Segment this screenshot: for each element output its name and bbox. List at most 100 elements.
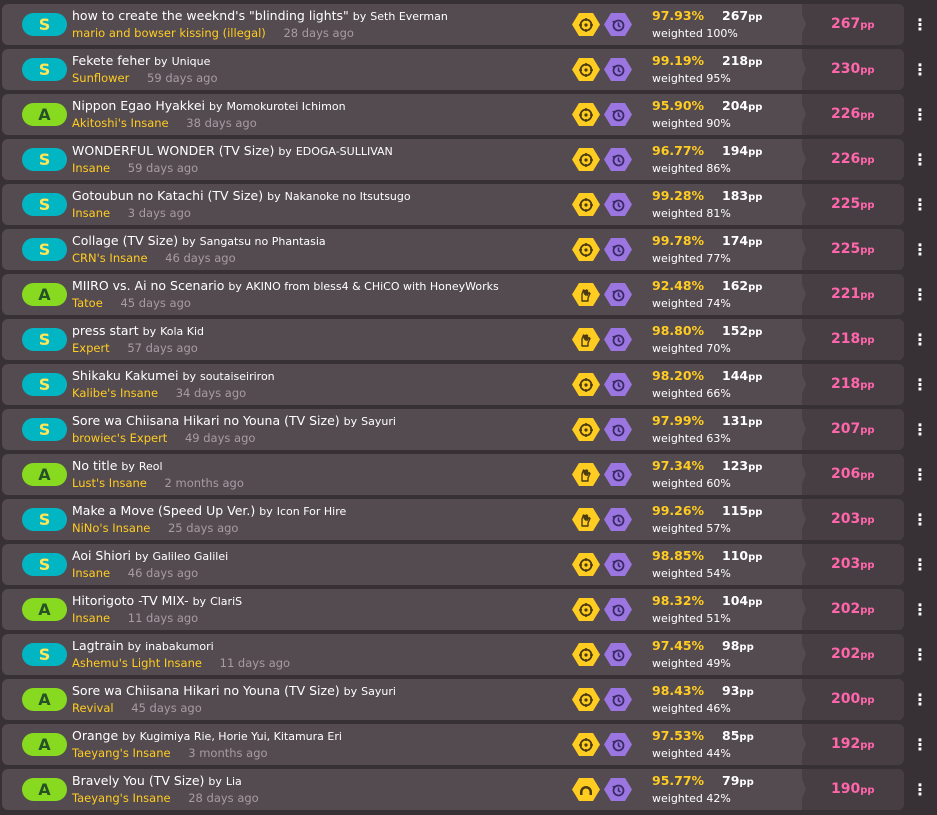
score-row[interactable]: S Fekete feher by Unique Sunflower 59 da… [2,49,904,90]
score-row[interactable]: S WONDERFUL WONDER (TV Size) by EDOGA-SU… [2,139,904,180]
weighted-pp-value: 218 [831,331,861,347]
score-row[interactable]: S Shikaku Kakumei by soutaiseiriron Kali… [2,364,904,405]
row-menu-button[interactable]: ⋮ [912,679,928,720]
score-row[interactable]: A No title by Reol Lust's Insane 2 month… [2,454,904,495]
row-menu-button[interactable]: ⋮ [912,724,928,765]
more-vertical-icon: ⋮ [912,465,928,484]
score-row[interactable]: S how to create the weeknd's "blinding l… [2,4,904,45]
grade-badge: S [22,58,67,81]
score-row[interactable]: S Make a Move (Speed Up Ver.) by Icon Fo… [2,499,904,540]
difficulty-name: Insane [72,161,111,175]
score-row[interactable]: A MIIRO vs. Ai no Scenario by AKINO from… [2,274,904,315]
row-menu-button[interactable]: ⋮ [912,184,928,225]
beatmap-title[interactable]: Hitorigoto -TV MIX- [72,593,189,608]
beatmap-title-line[interactable]: MIIRO vs. Ai no Scenario by AKINO from b… [72,278,572,293]
row-menu-button[interactable]: ⋮ [912,454,928,495]
row-menu-button[interactable]: ⋮ [912,409,928,450]
beatmap-title[interactable]: Nippon Egao Hyakkei [72,98,205,113]
beatmap-title[interactable]: Collage (TV Size) [72,233,178,248]
beatmap-title[interactable]: Make a Move (Speed Up Ver.) [72,503,255,518]
raw-pp: 218pp [722,53,762,68]
beatmap-title[interactable]: Lagtrain [72,638,124,653]
row-menu-button[interactable]: ⋮ [912,229,928,270]
score-row[interactable]: S press start by Kola Kid Expert 57 days… [2,319,904,360]
row-menu-button[interactable]: ⋮ [912,319,928,360]
beatmap-title[interactable]: Bravely You (TV Size) [72,773,204,788]
beatmap-title[interactable]: press start [72,323,139,338]
weighted-pp: 218pp [831,376,875,392]
score-row[interactable]: S Gotoubun no Katachi (TV Size) by Nakan… [2,184,904,225]
raw-pp-unit: pp [748,597,763,608]
by-label: by [343,685,358,698]
row-menu-button[interactable]: ⋮ [912,274,928,315]
row-menu-button[interactable]: ⋮ [912,634,928,675]
score-row[interactable]: S Collage (TV Size) by Sangatsu no Phant… [2,229,904,270]
raw-pp-unit: pp [748,462,763,473]
beatmap-title[interactable]: Sore wa Chiisana Hikari no Youna (TV Siz… [72,683,340,698]
difficulty-name: NiNo's Insane [72,521,151,535]
time-ago: 28 days ago [188,791,259,805]
row-menu-button[interactable]: ⋮ [912,589,928,630]
beatmap-title[interactable]: MIIRO vs. Ai no Scenario [72,278,224,293]
row-menu-button[interactable]: ⋮ [912,364,928,405]
beatmap-title[interactable]: No title [72,458,117,473]
raw-pp-value: 85 [722,728,740,743]
beatmap-title-line[interactable]: Sore wa Chiisana Hikari no Youna (TV Siz… [72,413,572,428]
row-menu-button[interactable]: ⋮ [912,4,928,45]
weighted-pp: 226pp [831,151,875,167]
weighted-pp: 206pp [831,466,875,482]
beatmap-title[interactable]: Fekete feher [72,53,150,68]
weighted-percent: weighted 90% [652,117,731,130]
beatmap-title[interactable]: Aoi Shiori [72,548,131,563]
row-menu-button[interactable]: ⋮ [912,499,928,540]
score-row[interactable]: A Orange by Kugimiya Rie, Horie Yui, Kit… [2,724,904,765]
beatmap-title-line[interactable]: press start by Kola Kid [72,323,572,338]
beatmap-title-line[interactable]: Sore wa Chiisana Hikari no Youna (TV Siz… [72,683,572,698]
beatmap-artist: Kola Kid [160,325,205,338]
beatmap-title-line[interactable]: Collage (TV Size) by Sangatsu no Phantas… [72,233,572,248]
row-menu-button[interactable]: ⋮ [912,139,928,180]
score-row[interactable]: S Aoi Shiori by Galileo Galilei Insane 4… [2,544,904,585]
beatmap-title-line[interactable]: Bravely You (TV Size) by Lia [72,773,572,788]
autopilot-icon [579,17,593,32]
beatmap-title-line[interactable]: Aoi Shiori by Galileo Galilei [72,548,572,563]
raw-pp-value: 194 [722,143,749,158]
beatmap-title-line[interactable]: Gotoubun no Katachi (TV Size) by Nakanok… [72,188,572,203]
beatmap-title[interactable]: WONDERFUL WONDER (TV Size) [72,143,274,158]
score-row[interactable]: A Nippon Egao Hyakkei by Momokurotei Ich… [2,94,904,135]
score-row[interactable]: A Bravely You (TV Size) by Lia Taeyang's… [2,769,904,810]
beatmap-title-line[interactable]: No title by Reol [72,458,572,473]
score-row[interactable]: S Sore wa Chiisana Hikari no Youna (TV S… [2,409,904,450]
beatmap-title-line[interactable]: Hitorigoto -TV MIX- by ClariS [72,593,572,608]
score-row[interactable]: A Hitorigoto -TV MIX- by ClariS Insane 1… [2,589,904,630]
beatmap-title-line[interactable]: Fekete feher by Unique [72,53,572,68]
beatmap-title-line[interactable]: Shikaku Kakumei by soutaiseiriron [72,368,572,383]
beatmap-title-line[interactable]: Orange by Kugimiya Rie, Horie Yui, Kitam… [72,728,572,743]
weighted-percent: weighted 51% [652,612,731,625]
time-ago: 38 days ago [186,116,257,130]
beatmap-title-line[interactable]: how to create the weeknd's "blinding lig… [72,8,572,23]
score-row[interactable]: A Sore wa Chiisana Hikari no Youna (TV S… [2,679,904,720]
beatmap-title[interactable]: Shikaku Kakumei [72,368,179,383]
beatmap-title-line[interactable]: Nippon Egao Hyakkei by Momokurotei Ichim… [72,98,572,113]
beatmap-title-line[interactable]: Make a Move (Speed Up Ver.) by Icon For … [72,503,572,518]
weighted-pp-value: 192 [831,736,861,752]
beatmap-title[interactable]: Sore wa Chiisana Hikari no Youna (TV Siz… [72,413,340,428]
score-row[interactable]: S Lagtrain by inabakumori Ashemu's Light… [2,634,904,675]
beatmap-sub-line: Expert 57 days ago [72,341,572,355]
beatmap-title[interactable]: Orange [72,728,118,743]
beatmap-title[interactable]: how to create the weeknd's "blinding lig… [72,8,349,23]
row-menu-button[interactable]: ⋮ [912,769,928,810]
weighted-pp-value: 226 [831,106,861,122]
beatmap-title[interactable]: Gotoubun no Katachi (TV Size) [72,188,263,203]
beatmap-title-line[interactable]: WONDERFUL WONDER (TV Size) by EDOGA-SULL… [72,143,572,158]
row-menu-button[interactable]: ⋮ [912,49,928,90]
beatmap-title-line[interactable]: Lagtrain by inabakumori [72,638,572,653]
row-menu-button[interactable]: ⋮ [912,94,928,135]
beatmap-sub-line: mario and bowser kissing (illegal) 28 da… [72,26,572,40]
row-menu-button[interactable]: ⋮ [912,544,928,585]
grade-letter: S [38,239,51,259]
grade-letter: S [38,59,51,79]
autopilot-icon [572,58,600,81]
autopilot-icon [572,193,600,216]
